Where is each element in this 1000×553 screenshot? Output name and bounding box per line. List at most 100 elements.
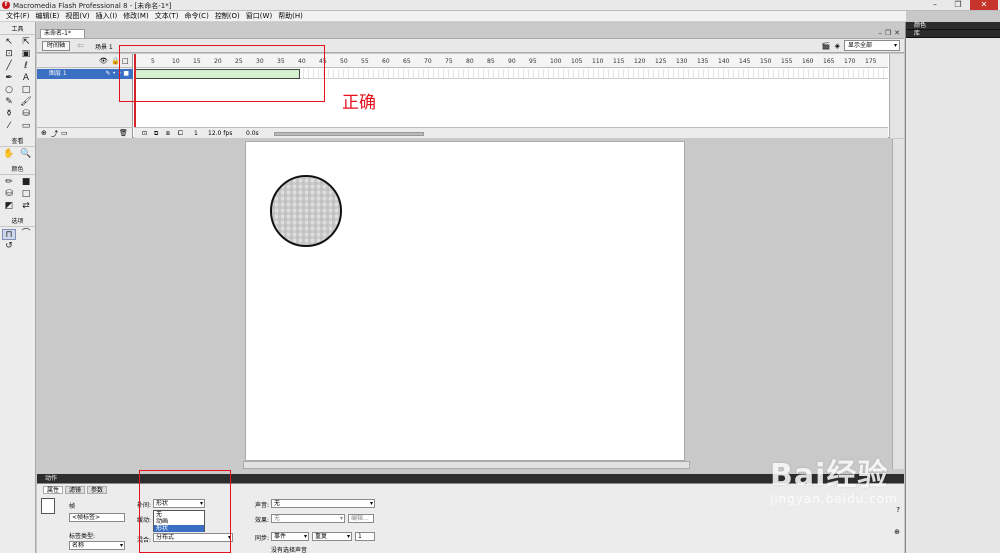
zoom-select[interactable]: 显示全部	[844, 40, 900, 51]
back-arrow-icon[interactable]: ⇦	[77, 41, 84, 50]
stroke-color-icon[interactable]: ✏	[2, 177, 16, 188]
insert-layer-icon[interactable]: ⊕	[41, 129, 47, 137]
minimize-button[interactable]: –	[924, 0, 946, 10]
ruler-tick: 80	[466, 58, 474, 65]
swap-colors-icon[interactable]: ⇄	[19, 201, 33, 212]
sync-select[interactable]: 事件	[271, 532, 309, 541]
pen-tool-icon[interactable]: ✒	[2, 73, 16, 84]
menu-commands[interactable]: 命令(C)	[181, 11, 211, 21]
free-transform-tool-icon[interactable]: ⊡	[2, 49, 16, 60]
subselection-tool-icon[interactable]: ⇱	[19, 37, 33, 48]
selection-tool-icon[interactable]: ↖	[2, 37, 16, 48]
menu-text[interactable]: 文本(T)	[152, 11, 182, 21]
menu-window[interactable]: 窗口(W)	[243, 11, 275, 21]
menu-modify[interactable]: 修改(M)	[120, 11, 152, 21]
lasso-tool-icon[interactable]: ℓ	[19, 61, 33, 72]
annotation-box-properties	[139, 470, 231, 553]
line-tool-icon[interactable]: ╱	[2, 61, 16, 72]
menu-edit[interactable]: 编辑(E)	[33, 11, 63, 21]
sound-select[interactable]: 无	[271, 499, 375, 508]
help-icon[interactable]: ?	[896, 506, 900, 514]
edit-scene-icon[interactable]: 🎬	[822, 42, 831, 50]
circle-shape[interactable]	[270, 175, 342, 247]
ruler-tick: 85	[487, 58, 495, 65]
add-guide-layer-icon[interactable]: ⤴	[51, 129, 58, 139]
repeat-count-input[interactable]: 1	[355, 532, 375, 541]
text-tool-icon[interactable]: A	[19, 73, 33, 84]
menu-control[interactable]: 控制(O)	[212, 11, 243, 21]
smooth-option-icon[interactable]: ⌒	[19, 229, 33, 240]
tab-properties[interactable]: 属性	[43, 486, 64, 494]
toolbox-tools-label: 工具	[0, 22, 35, 35]
watermark-logo: Bai经验	[770, 458, 889, 493]
scene-breadcrumb[interactable]: 场景 1	[95, 42, 113, 51]
doc-close-icon[interactable]: ✕	[894, 29, 900, 37]
timeline-toggle-button[interactable]: 时间轴	[42, 41, 70, 51]
frame-rate: 12.0 fps	[208, 130, 233, 137]
library-panel-header[interactable]: 库	[906, 30, 1000, 38]
color-panel-header[interactable]: 颜色	[906, 22, 1000, 30]
onion-skin-icon[interactable]: ⧉	[154, 128, 158, 139]
paint-bucket-tool-icon[interactable]: ⛁	[19, 109, 33, 120]
ink-bottle-tool-icon[interactable]: ⚱	[2, 109, 16, 120]
window-title: Macromedia Flash Professional 8 - [未命名-1…	[13, 2, 172, 10]
rectangle-tool-icon[interactable]: □	[19, 85, 33, 96]
ruler-tick: 160	[802, 58, 814, 65]
oval-tool-icon[interactable]: ○	[2, 85, 16, 96]
eraser-tool-icon[interactable]: ▭	[19, 121, 33, 132]
stage-hscroll[interactable]	[243, 461, 690, 469]
effect-select[interactable]: 无	[271, 514, 345, 523]
ruler-tick: 75	[445, 58, 453, 65]
zoom-tool-icon[interactable]: 🔍	[19, 149, 33, 160]
close-button[interactable]: ✕	[970, 0, 998, 10]
layer-name: 图层 1	[49, 70, 67, 77]
edit-symbol-icon[interactable]: ◈	[835, 42, 840, 50]
eye-icon[interactable]: 👁	[99, 57, 108, 65]
snap-magnet-icon[interactable]: ⊓	[2, 229, 16, 240]
stroke-swatch-icon[interactable]: ■	[19, 177, 33, 188]
fill-swatch-icon[interactable]: □	[19, 189, 33, 200]
brush-tool-icon[interactable]: 🖌	[19, 97, 33, 108]
document-tab[interactable]: 未命名-1*	[40, 29, 85, 38]
doc-restore-icon[interactable]: ❐	[885, 29, 891, 37]
menu-view[interactable]: 视图(V)	[62, 11, 92, 21]
edit-sound-button[interactable]: 编辑...	[348, 514, 374, 523]
frame-label: 帧	[69, 503, 76, 510]
tab-parameters[interactable]: 参数	[87, 486, 108, 494]
tab-filters[interactable]: 滤镜	[65, 486, 86, 494]
fill-color-icon[interactable]: ⛁	[2, 189, 16, 200]
stage[interactable]	[245, 141, 685, 461]
timeline-hscroll[interactable]	[274, 132, 424, 136]
ruler-tick: 105	[571, 58, 583, 65]
hand-tool-icon[interactable]: ✋	[2, 149, 16, 160]
timeline-vscroll[interactable]	[889, 54, 904, 138]
doc-minimize-icon[interactable]: –	[878, 29, 882, 37]
no-sound-text: 没有选择声音	[271, 547, 308, 553]
frame-label-input[interactable]: <帧标签>	[69, 513, 125, 522]
fill-transform-tool-icon[interactable]: ▣	[19, 49, 33, 60]
ruler-tick: 145	[739, 58, 751, 65]
delete-layer-icon[interactable]: 🗑	[119, 129, 128, 137]
ruler-tick: 115	[613, 58, 625, 65]
menu-file[interactable]: 文件(F)	[3, 11, 33, 21]
menu-insert[interactable]: 插入(I)	[93, 11, 121, 21]
insert-folder-icon[interactable]: ▭	[61, 129, 68, 137]
default-colors-icon[interactable]: ◩	[2, 201, 16, 212]
center-frame-icon[interactable]: ⊡	[142, 128, 147, 139]
label-type-select[interactable]: 名称	[69, 541, 125, 550]
menu-help[interactable]: 帮助(H)	[275, 11, 306, 21]
repeat-select[interactable]: 重复	[312, 532, 352, 541]
eyedropper-tool-icon[interactable]: ⁄	[2, 121, 16, 132]
onion-outline-icon[interactable]: ⧈	[166, 128, 170, 139]
pencil-tool-icon[interactable]: ✎	[2, 97, 16, 108]
frame-thumbnail-icon	[41, 498, 55, 514]
restore-button[interactable]: ❐	[947, 0, 969, 10]
ruler-tick: 170	[844, 58, 856, 65]
menu-bar: 文件(F) 编辑(E) 视图(V) 插入(I) 修改(M) 文本(T) 命令(C…	[0, 11, 906, 22]
edit-multiple-frames-icon[interactable]: ⧠	[178, 128, 183, 139]
stage-vscroll[interactable]	[892, 139, 904, 469]
ruler-tick: 120	[634, 58, 646, 65]
expand-icon[interactable]: ⊕	[894, 528, 900, 536]
annotation-label: 正确	[342, 93, 376, 113]
straighten-option-icon[interactable]: ↺	[2, 241, 16, 252]
